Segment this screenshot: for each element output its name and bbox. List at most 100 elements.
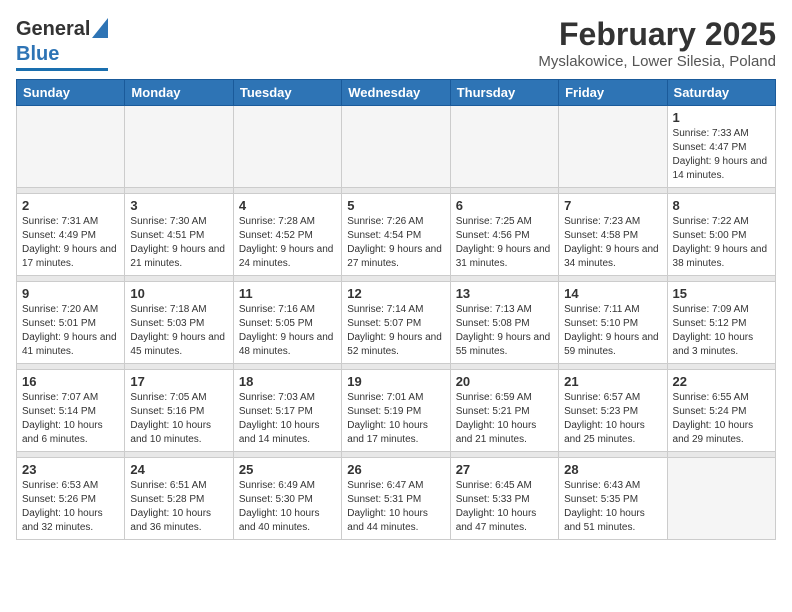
day-number: 28 xyxy=(564,462,661,477)
table-row xyxy=(233,106,341,188)
day-number: 13 xyxy=(456,286,553,301)
table-row: 3 Sunrise: 7:30 AMSunset: 4:51 PMDaylight… xyxy=(125,194,233,276)
day-info: Sunrise: 7:16 AMSunset: 5:05 PMDaylight:… xyxy=(239,303,336,359)
day-info: Sunrise: 7:22 AMSunset: 5:00 PMDaylight:… xyxy=(673,215,770,271)
day-info: Sunrise: 6:59 AMSunset: 5:21 PMDaylight:… xyxy=(456,391,553,447)
day-info: Sunrise: 6:49 AMSunset: 5:30 PMDaylight:… xyxy=(239,479,336,535)
day-number: 24 xyxy=(130,462,227,477)
table-row: 1 Sunrise: 7:33 AMSunset: 4:47 PMDaylight… xyxy=(667,106,775,188)
day-number: 1 xyxy=(673,110,770,125)
day-number: 7 xyxy=(564,198,661,213)
day-number: 14 xyxy=(564,286,661,301)
col-saturday: Saturday xyxy=(667,80,775,106)
table-row xyxy=(450,106,558,188)
col-wednesday: Wednesday xyxy=(342,80,450,106)
day-number: 19 xyxy=(347,374,444,389)
day-number: 12 xyxy=(347,286,444,301)
day-number: 26 xyxy=(347,462,444,477)
table-row xyxy=(559,106,667,188)
table-row: 21 Sunrise: 6:57 AMSunset: 5:23 PMDayligh… xyxy=(559,370,667,452)
day-info: Sunrise: 7:31 AMSunset: 4:49 PMDaylight:… xyxy=(22,215,119,271)
day-number: 3 xyxy=(130,198,227,213)
table-row: 9Sunrise: 7:20 AMSunset: 5:01 PMDaylight… xyxy=(17,282,125,364)
day-number: 21 xyxy=(564,374,661,389)
day-number: 6 xyxy=(456,198,553,213)
page-header: General Blue February 2025 Myslakowice, … xyxy=(16,16,776,71)
table-row: 19 Sunrise: 7:01 AMSunset: 5:19 PMDayligh… xyxy=(342,370,450,452)
day-info: Sunrise: 7:33 AMSunset: 4:47 PMDaylight:… xyxy=(673,127,770,183)
table-row: 11 Sunrise: 7:16 AMSunset: 5:05 PMDayligh… xyxy=(233,282,341,364)
day-info: Sunrise: 7:07 AMSunset: 5:14 PMDaylight:… xyxy=(22,391,119,447)
day-info: Sunrise: 7:28 AMSunset: 4:52 PMDaylight:… xyxy=(239,215,336,271)
col-sunday: Sunday xyxy=(17,80,125,106)
day-number: 20 xyxy=(456,374,553,389)
day-info: Sunrise: 7:11 AMSunset: 5:10 PMDaylight:… xyxy=(564,303,661,359)
day-info: Sunrise: 7:23 AMSunset: 4:58 PMDaylight:… xyxy=(564,215,661,271)
day-info: Sunrise: 7:30 AMSunset: 4:51 PMDaylight:… xyxy=(130,215,227,271)
day-number: 4 xyxy=(239,198,336,213)
day-info: Sunrise: 7:03 AMSunset: 5:17 PMDaylight:… xyxy=(239,391,336,447)
day-number: 11 xyxy=(239,286,336,301)
day-number: 5 xyxy=(347,198,444,213)
day-number: 18 xyxy=(239,374,336,389)
logo-underline xyxy=(16,68,108,71)
table-row: 25 Sunrise: 6:49 AMSunset: 5:30 PMDayligh… xyxy=(233,458,341,540)
table-row: 16 Sunrise: 7:07 AMSunset: 5:14 PMDayligh… xyxy=(17,370,125,452)
day-info: Sunrise: 7:13 AMSunset: 5:08 PMDaylight:… xyxy=(456,303,553,359)
day-info: Sunrise: 7:01 AMSunset: 5:19 PMDaylight:… xyxy=(347,391,444,447)
table-row: 7 Sunrise: 7:23 AMSunset: 4:58 PMDaylight… xyxy=(559,194,667,276)
logo-text-general: General xyxy=(16,18,90,41)
title-area: February 2025 Myslakowice, Lower Silesia… xyxy=(538,16,776,70)
day-info: Sunrise: 7:14 AMSunset: 5:07 PMDaylight:… xyxy=(347,303,444,359)
day-number: 27 xyxy=(456,462,553,477)
day-info: Sunrise: 6:57 AMSunset: 5:23 PMDaylight:… xyxy=(564,391,661,447)
table-row xyxy=(125,106,233,188)
table-row: 28 Sunrise: 6:43 AMSunset: 5:35 PMDayligh… xyxy=(559,458,667,540)
table-row: 24 Sunrise: 6:51 AMSunset: 5:28 PMDayligh… xyxy=(125,458,233,540)
table-row xyxy=(17,106,125,188)
calendar-week-2: 2 Sunrise: 7:31 AMSunset: 4:49 PMDaylight… xyxy=(17,194,776,276)
calendar-subtitle: Myslakowice, Lower Silesia, Poland xyxy=(538,53,776,70)
table-row: 22Sunrise: 6:55 AMSunset: 5:24 PMDayligh… xyxy=(667,370,775,452)
day-info: Sunrise: 7:05 AMSunset: 5:16 PMDaylight:… xyxy=(130,391,227,447)
day-number: 23 xyxy=(22,462,119,477)
col-monday: Monday xyxy=(125,80,233,106)
calendar-title: February 2025 xyxy=(538,16,776,53)
table-row: 6 Sunrise: 7:25 AMSunset: 4:56 PMDaylight… xyxy=(450,194,558,276)
calendar-week-5: 23 Sunrise: 6:53 AMSunset: 5:26 PMDayligh… xyxy=(17,458,776,540)
table-row: 27Sunrise: 6:45 AMSunset: 5:33 PMDayligh… xyxy=(450,458,558,540)
calendar-table: Sunday Monday Tuesday Wednesday Thursday… xyxy=(16,79,776,540)
table-row: 4 Sunrise: 7:28 AMSunset: 4:52 PMDaylight… xyxy=(233,194,341,276)
table-row: 23 Sunrise: 6:53 AMSunset: 5:26 PMDayligh… xyxy=(17,458,125,540)
day-number: 10 xyxy=(130,286,227,301)
day-number: 16 xyxy=(22,374,119,389)
day-number: 17 xyxy=(130,374,227,389)
day-number: 2 xyxy=(22,198,119,213)
table-row: 13 Sunrise: 7:13 AMSunset: 5:08 PMDayligh… xyxy=(450,282,558,364)
table-row: 2 Sunrise: 7:31 AMSunset: 4:49 PMDaylight… xyxy=(17,194,125,276)
table-row: 10 Sunrise: 7:18 AMSunset: 5:03 PMDayligh… xyxy=(125,282,233,364)
table-row xyxy=(342,106,450,188)
col-thursday: Thursday xyxy=(450,80,558,106)
day-info: Sunrise: 6:53 AMSunset: 5:26 PMDaylight:… xyxy=(22,479,119,535)
col-friday: Friday xyxy=(559,80,667,106)
day-info: Sunrise: 7:09 AMSunset: 5:12 PMDaylight:… xyxy=(673,303,770,359)
day-number: 22 xyxy=(673,374,770,389)
table-row: 12 Sunrise: 7:14 AMSunset: 5:07 PMDayligh… xyxy=(342,282,450,364)
day-info: Sunrise: 6:43 AMSunset: 5:35 PMDaylight:… xyxy=(564,479,661,535)
table-row: 26Sunrise: 6:47 AMSunset: 5:31 PMDayligh… xyxy=(342,458,450,540)
calendar-week-1: 1 Sunrise: 7:33 AMSunset: 4:47 PMDaylight… xyxy=(17,106,776,188)
day-number: 25 xyxy=(239,462,336,477)
table-row: 17 Sunrise: 7:05 AMSunset: 5:16 PMDayligh… xyxy=(125,370,233,452)
day-info: Sunrise: 7:25 AMSunset: 4:56 PMDaylight:… xyxy=(456,215,553,271)
day-info: Sunrise: 7:18 AMSunset: 5:03 PMDaylight:… xyxy=(130,303,227,359)
table-row: 15Sunrise: 7:09 AMSunset: 5:12 PMDayligh… xyxy=(667,282,775,364)
logo-text-blue: Blue xyxy=(16,43,59,66)
table-row xyxy=(667,458,775,540)
col-tuesday: Tuesday xyxy=(233,80,341,106)
table-row: 5Sunrise: 7:26 AMSunset: 4:54 PMDaylight… xyxy=(342,194,450,276)
day-info: Sunrise: 6:51 AMSunset: 5:28 PMDaylight:… xyxy=(130,479,227,535)
calendar-week-4: 16 Sunrise: 7:07 AMSunset: 5:14 PMDayligh… xyxy=(17,370,776,452)
day-number: 9 xyxy=(22,286,119,301)
table-row: 18 Sunrise: 7:03 AMSunset: 5:17 PMDayligh… xyxy=(233,370,341,452)
